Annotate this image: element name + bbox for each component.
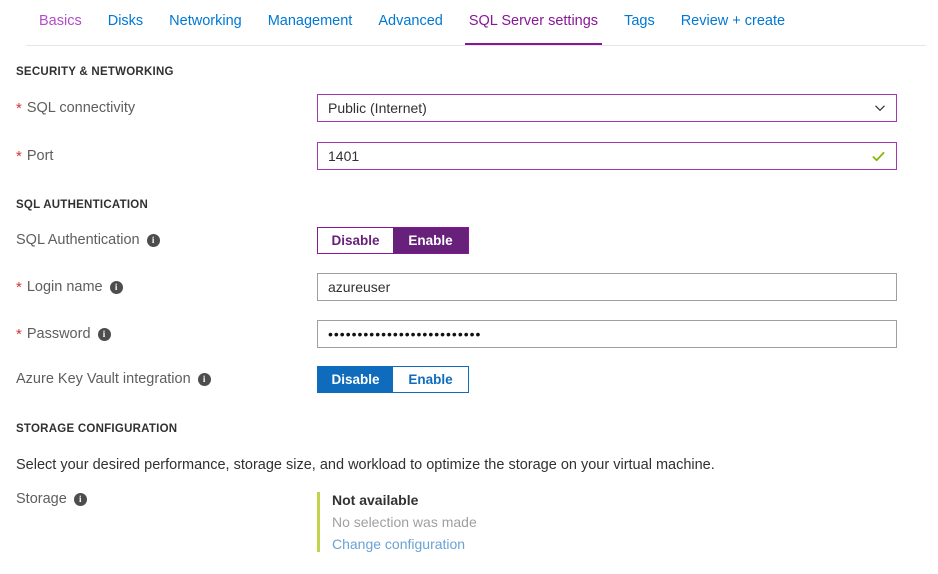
- tabstrip-divider: [26, 45, 926, 46]
- sql-connectivity-value: Public (Internet): [328, 100, 874, 116]
- info-icon[interactable]: i: [110, 281, 123, 294]
- required-asterisk: *: [16, 101, 22, 116]
- storage-summary-card[interactable]: Not available No selection was made Chan…: [317, 492, 938, 552]
- tab-label: Disks: [108, 13, 143, 29]
- row-port: * Port 1401: [16, 142, 938, 170]
- row-sql-connectivity: * SQL connectivity Public (Internet): [16, 94, 938, 122]
- change-configuration-link[interactable]: Change configuration: [332, 536, 938, 553]
- label-text: Password: [27, 327, 91, 342]
- label-text: Storage: [16, 492, 67, 507]
- tab-label: Networking: [169, 13, 242, 29]
- storage-description: Select your desired performance, storage…: [16, 457, 938, 473]
- validation-check-icon: [871, 149, 886, 164]
- azure-key-vault-toggle: Disable Enable: [317, 366, 469, 393]
- tab-label: Basics: [39, 13, 82, 29]
- section-header-security-networking: SECURITY & NETWORKING: [16, 66, 938, 78]
- sql-authentication-toggle: Disable Enable: [317, 227, 469, 254]
- info-icon[interactable]: i: [74, 493, 87, 506]
- sql-authentication-option-disable[interactable]: Disable: [318, 228, 393, 253]
- tab-label: Review + create: [681, 13, 785, 29]
- label-port: * Port: [16, 149, 317, 164]
- required-asterisk: *: [16, 149, 22, 164]
- section-header-sql-authentication: SQL AUTHENTICATION: [16, 199, 938, 211]
- info-icon[interactable]: i: [147, 234, 160, 247]
- password-value: ••••••••••••••••••••••••••: [328, 326, 886, 342]
- row-password: * Password i ••••••••••••••••••••••••••: [16, 320, 938, 348]
- info-icon[interactable]: i: [198, 373, 211, 386]
- sql-authentication-option-enable[interactable]: Enable: [393, 228, 468, 253]
- label-text: Login name: [27, 280, 103, 295]
- control-sql-connectivity: Public (Internet): [317, 94, 938, 122]
- form-body: SECURITY & NETWORKING * SQL connectivity…: [0, 66, 938, 552]
- label-sql-connectivity: * SQL connectivity: [16, 101, 317, 116]
- storage-card-subtitle: No selection was made: [332, 514, 938, 531]
- row-login-name: * Login name i azureuser: [16, 273, 938, 301]
- row-storage: Storage i Not available No selection was…: [16, 492, 938, 552]
- section-header-storage-configuration: STORAGE CONFIGURATION: [16, 423, 938, 435]
- label-text: Port: [27, 149, 54, 164]
- tab-tags[interactable]: Tags: [611, 0, 668, 45]
- label-password: * Password i: [16, 327, 317, 342]
- label-storage: Storage i: [16, 492, 317, 507]
- tab-label: Management: [268, 13, 353, 29]
- label-azure-key-vault-integration: Azure Key Vault integration i: [16, 372, 317, 387]
- login-name-field[interactable]: azureuser: [317, 273, 897, 301]
- tab-sql-server-settings[interactable]: SQL Server settings: [456, 0, 611, 45]
- control-password: ••••••••••••••••••••••••••: [317, 320, 938, 348]
- control-sql-authentication: Disable Enable: [317, 227, 938, 254]
- control-login-name: azureuser: [317, 273, 938, 301]
- control-storage: Not available No selection was made Chan…: [317, 492, 938, 552]
- azure-key-vault-option-disable[interactable]: Disable: [318, 367, 393, 392]
- control-port: 1401: [317, 142, 938, 170]
- info-icon[interactable]: i: [98, 328, 111, 341]
- tab-disks[interactable]: Disks: [95, 0, 156, 45]
- row-azure-key-vault-integration: Azure Key Vault integration i Disable En…: [16, 366, 938, 393]
- required-asterisk: *: [16, 327, 22, 342]
- tab-basics[interactable]: Basics: [26, 0, 95, 45]
- port-value: 1401: [328, 148, 871, 164]
- row-sql-authentication: SQL Authentication i Disable Enable: [16, 227, 938, 254]
- label-text: SQL Authentication: [16, 233, 140, 248]
- control-azure-key-vault-integration: Disable Enable: [317, 366, 938, 393]
- required-asterisk: *: [16, 280, 22, 295]
- label-sql-authentication: SQL Authentication i: [16, 233, 317, 248]
- tab-label: Advanced: [378, 13, 443, 29]
- tab-networking[interactable]: Networking: [156, 0, 255, 45]
- tab-advanced[interactable]: Advanced: [365, 0, 456, 45]
- port-field[interactable]: 1401: [317, 142, 897, 170]
- label-text: Azure Key Vault integration: [16, 372, 191, 387]
- tab-label: SQL Server settings: [469, 13, 598, 29]
- tab-label: Tags: [624, 13, 655, 29]
- azure-key-vault-option-enable[interactable]: Enable: [393, 367, 468, 392]
- label-login-name: * Login name i: [16, 280, 317, 295]
- sql-connectivity-dropdown[interactable]: Public (Internet): [317, 94, 897, 122]
- storage-card-title: Not available: [332, 492, 938, 509]
- password-field[interactable]: ••••••••••••••••••••••••••: [317, 320, 897, 348]
- chevron-down-icon: [874, 102, 886, 114]
- login-name-value: azureuser: [328, 279, 886, 295]
- tab-review-create[interactable]: Review + create: [668, 0, 798, 45]
- tab-management[interactable]: Management: [255, 0, 366, 45]
- label-text: SQL connectivity: [27, 101, 135, 116]
- wizard-tab-strip: Basics Disks Networking Management Advan…: [0, 0, 938, 46]
